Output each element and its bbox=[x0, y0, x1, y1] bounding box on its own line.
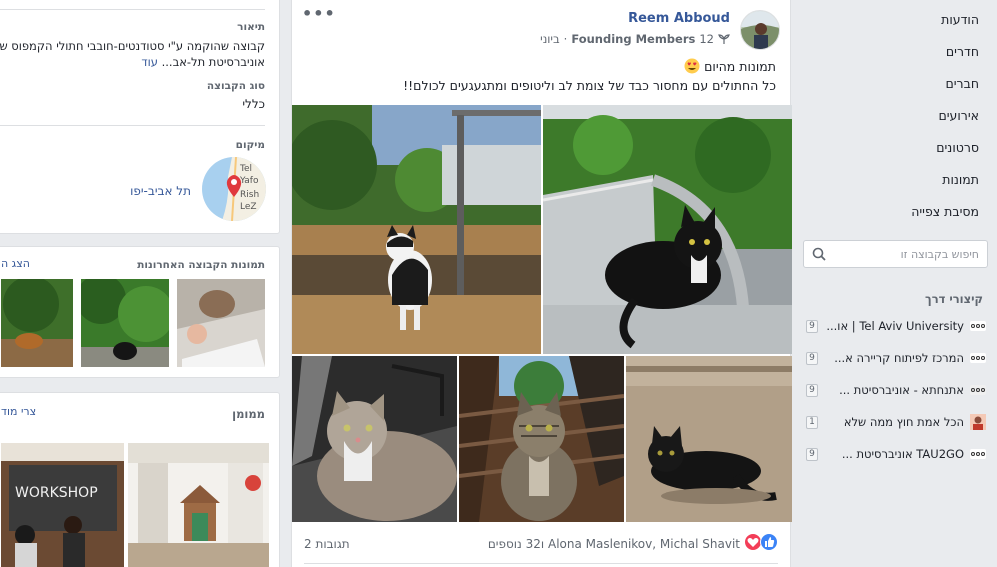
divider bbox=[0, 125, 265, 126]
badge-count: 12 bbox=[699, 32, 714, 46]
shortcut-item[interactable]: הכל אמת חוץ ממה שלא 1 bbox=[806, 413, 986, 431]
map-label: LeZ bbox=[240, 202, 257, 212]
ad-chalkboard-text: WORKSHOP bbox=[15, 485, 98, 501]
recent-photos-card: תמונות הקבוצה האחרונות הצג ה bbox=[0, 246, 280, 378]
shortcut-item[interactable]: אתנחתא - אוניברסיטת ... 9 bbox=[806, 381, 986, 399]
see-more-link[interactable]: עוד bbox=[141, 55, 158, 69]
post-author[interactable]: Reem Abboud bbox=[628, 11, 730, 26]
dots-icon bbox=[970, 318, 986, 334]
nav-item-events[interactable]: אירועים bbox=[938, 108, 979, 123]
recent-photos-label: תמונות הקבוצה האחרונות bbox=[137, 259, 265, 271]
dots-icon bbox=[970, 350, 986, 366]
group-type-label: סוג הקבוצה bbox=[206, 80, 265, 92]
post-photo[interactable] bbox=[292, 356, 457, 522]
post-photo[interactable] bbox=[459, 356, 624, 522]
map-label: Yafo bbox=[239, 176, 259, 186]
sponsored-card: ממומן צרי מוד WORKSHOP bbox=[0, 392, 280, 567]
shortcut-label: Tel Aviv University | או... bbox=[826, 319, 964, 333]
description-line2: אוניברסיטת תל-אב... עוד bbox=[141, 55, 265, 69]
divider bbox=[304, 563, 778, 564]
recent-photo-thumb[interactable] bbox=[177, 279, 265, 367]
map-label: Rish bbox=[240, 190, 259, 200]
description-text: אוניברסיטת תל-אב... bbox=[161, 55, 265, 69]
shortcut-item[interactable]: TAU2GO אוניברסיטת ... 9 bbox=[806, 445, 986, 463]
post-date[interactable]: ביוני bbox=[540, 32, 560, 46]
avatar[interactable] bbox=[740, 10, 780, 50]
shortcut-count: 9 bbox=[806, 351, 818, 365]
location-link[interactable]: תל אביב-יפו bbox=[130, 184, 191, 198]
shortcut-count: 9 bbox=[806, 319, 818, 333]
create-ad-link[interactable]: צרי מוד bbox=[1, 405, 36, 418]
divider bbox=[0, 9, 265, 10]
post-text-part: תמונות מהיום bbox=[704, 58, 776, 74]
shortcut-count: 9 bbox=[806, 383, 818, 397]
post-photo[interactable] bbox=[292, 105, 541, 354]
group-post: ••• Reem Abboud 12 Founding Members · בי… bbox=[291, 0, 792, 567]
nav-item-discussion[interactable]: הודעות bbox=[941, 12, 979, 27]
group-search[interactable] bbox=[803, 240, 988, 268]
shortcut-item[interactable]: המרכז לפיתוח קריירה א... 9 bbox=[806, 349, 986, 367]
nav-item-members[interactable]: חברים bbox=[945, 76, 979, 91]
shortcut-label: הכל אמת חוץ ממה שלא bbox=[843, 415, 964, 429]
shortcut-item[interactable]: Tel Aviv University | או... 9 bbox=[806, 317, 986, 335]
like-reaction-icon bbox=[760, 533, 778, 551]
leaf-icon bbox=[718, 34, 730, 44]
reactors-summary[interactable]: Alona Maslenikov, Michal Shavit ו32 נוספ… bbox=[488, 537, 740, 551]
ad-image[interactable] bbox=[128, 443, 269, 567]
post-footer: 2 תגובות Alona Maslenikov, Michal Shavit… bbox=[292, 523, 790, 567]
shortcut-label: המרכז לפיתוח קריירה א... bbox=[834, 351, 964, 365]
post-photo[interactable] bbox=[543, 105, 792, 354]
dots-icon bbox=[970, 382, 986, 398]
heart-eyes-emoji-icon bbox=[684, 58, 700, 74]
recent-photo-thumb[interactable] bbox=[81, 279, 169, 367]
photo-icon bbox=[970, 414, 986, 430]
shortcut-label: TAU2GO אוניברסיטת ... bbox=[841, 447, 964, 461]
about-card: תיאור קבוצה שהוקמה ע"י סטודנטים-חובבי חת… bbox=[0, 0, 280, 234]
location-map[interactable]: Tel Yafo Rish LeZ bbox=[202, 157, 266, 221]
nav-item-watch-party[interactable]: מסיבת צפייה bbox=[911, 204, 979, 219]
group-type-value: כללי bbox=[242, 97, 265, 111]
shortcut-count: 1 bbox=[806, 415, 818, 429]
nav-item-rooms[interactable]: חדרים bbox=[946, 44, 979, 59]
shortcut-count: 9 bbox=[806, 447, 818, 461]
dots-icon bbox=[970, 446, 986, 462]
search-icon bbox=[812, 247, 826, 261]
member-badge[interactable]: Founding Members bbox=[571, 32, 695, 46]
post-text-line1: תמונות מהיום bbox=[684, 58, 776, 74]
location-label: מיקום bbox=[235, 139, 265, 151]
see-all-link[interactable]: הצג ה bbox=[1, 257, 30, 270]
post-meta: 12 Founding Members · ביוני bbox=[540, 32, 730, 46]
description-line1: קבוצה שהוקמה ע"י סטודנטים-חובבי חתולי הק… bbox=[0, 39, 265, 53]
map-label: Tel bbox=[239, 164, 252, 174]
shortcuts-title: קיצורי דרך bbox=[925, 292, 983, 306]
recent-photo-thumb[interactable] bbox=[1, 279, 73, 367]
post-text-line2: כל החתולים עם מחסור כבד של צומת לב וליטו… bbox=[403, 78, 776, 93]
post-sep: · bbox=[563, 32, 568, 46]
post-options-button[interactable]: ••• bbox=[302, 4, 336, 23]
comments-count[interactable]: 2 תגובות bbox=[304, 537, 350, 551]
description-label: תיאור bbox=[237, 21, 265, 33]
search-input[interactable] bbox=[804, 241, 987, 267]
ad-image[interactable]: WORKSHOP bbox=[1, 443, 124, 567]
shortcut-label: אתנחתא - אוניברסיטת ... bbox=[839, 383, 964, 397]
sponsored-label: ממומן bbox=[232, 407, 265, 421]
nav-item-videos[interactable]: סרטונים bbox=[936, 140, 979, 155]
post-photo[interactable] bbox=[626, 356, 792, 522]
nav-item-photos[interactable]: תמונות bbox=[942, 172, 979, 187]
